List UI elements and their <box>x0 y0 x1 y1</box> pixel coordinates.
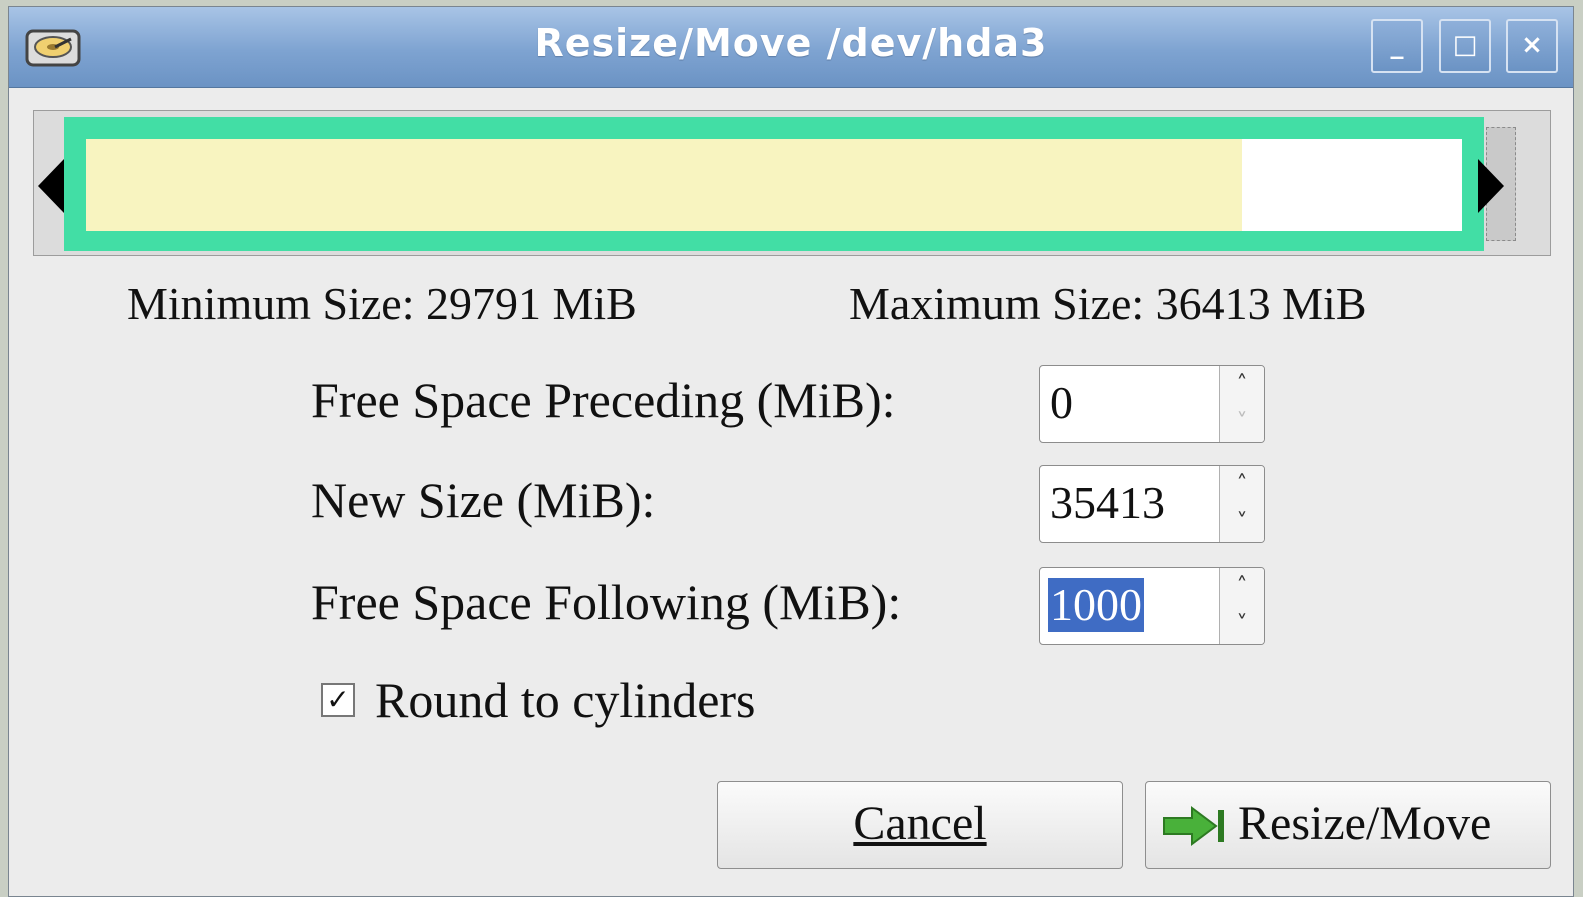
resize-move-dialog: Resize/Move /dev/hda3 _ □ × Minimum Size… <box>8 6 1574 897</box>
chevron-down-icon[interactable]: ˅ <box>1220 504 1264 542</box>
round-to-cylinders-checkbox[interactable]: ✓ <box>321 683 355 717</box>
maximum-size-label: Maximum Size: 36413 MiB <box>849 278 1367 329</box>
free-space-preceding-input[interactable]: 0 <box>1050 376 1073 430</box>
chevron-up-icon[interactable]: ˄ <box>1220 466 1264 504</box>
new-size-label: New Size (MiB): <box>311 472 656 528</box>
window-title: Resize/Move /dev/hda3 <box>534 21 1048 65</box>
resize-left-arrow-icon[interactable] <box>38 159 64 213</box>
partition-used-space <box>86 139 1242 231</box>
chevron-up-icon[interactable]: ˄ <box>1220 568 1264 606</box>
partition-bar[interactable] <box>64 117 1484 251</box>
go-arrow-icon <box>1163 806 1224 846</box>
round-to-cylinders-label[interactable]: Round to cylinders <box>375 671 756 729</box>
cancel-button[interactable]: Cancel <box>717 781 1123 869</box>
spin-buttons: ˄ ˅ <box>1219 466 1264 542</box>
free-space-following-label: Free Space Following (MiB): <box>311 574 902 630</box>
chevron-up-icon[interactable]: ˄ <box>1220 366 1264 404</box>
maximize-button[interactable]: □ <box>1439 19 1491 73</box>
partition-resizer[interactable] <box>33 110 1551 256</box>
cancel-button-label: Cancel <box>853 797 987 850</box>
spin-buttons: ˄ ˅ <box>1219 568 1264 644</box>
resize-move-button[interactable]: Resize/Move <box>1145 781 1551 869</box>
minimize-button[interactable]: _ <box>1371 19 1423 73</box>
title-bar[interactable]: Resize/Move /dev/hda3 _ □ × <box>9 7 1573 88</box>
minimum-size-label: Minimum Size: 29791 MiB <box>127 278 637 329</box>
free-space-preceding-spinbox[interactable]: 0 ˄ ˅ <box>1039 365 1265 443</box>
new-size-input[interactable]: 35413 <box>1050 476 1165 530</box>
spin-buttons: ˄ ˅ <box>1219 366 1264 442</box>
free-space-following-input[interactable]: 1000 <box>1048 578 1144 632</box>
chevron-down-icon[interactable]: ˅ <box>1220 404 1264 442</box>
new-size-spinbox[interactable]: 35413 ˄ ˅ <box>1039 465 1265 543</box>
free-space-preceding-label: Free Space Preceding (MiB): <box>311 372 896 428</box>
partition-unused-space <box>1242 139 1462 231</box>
resize-right-arrow-icon[interactable] <box>1478 159 1504 213</box>
resize-move-button-label: Resize/Move <box>1238 797 1492 850</box>
chevron-down-icon[interactable]: ˅ <box>1220 606 1264 644</box>
close-button[interactable]: × <box>1506 19 1558 73</box>
free-space-following-spinbox[interactable]: 1000 ˄ ˅ <box>1039 567 1265 645</box>
